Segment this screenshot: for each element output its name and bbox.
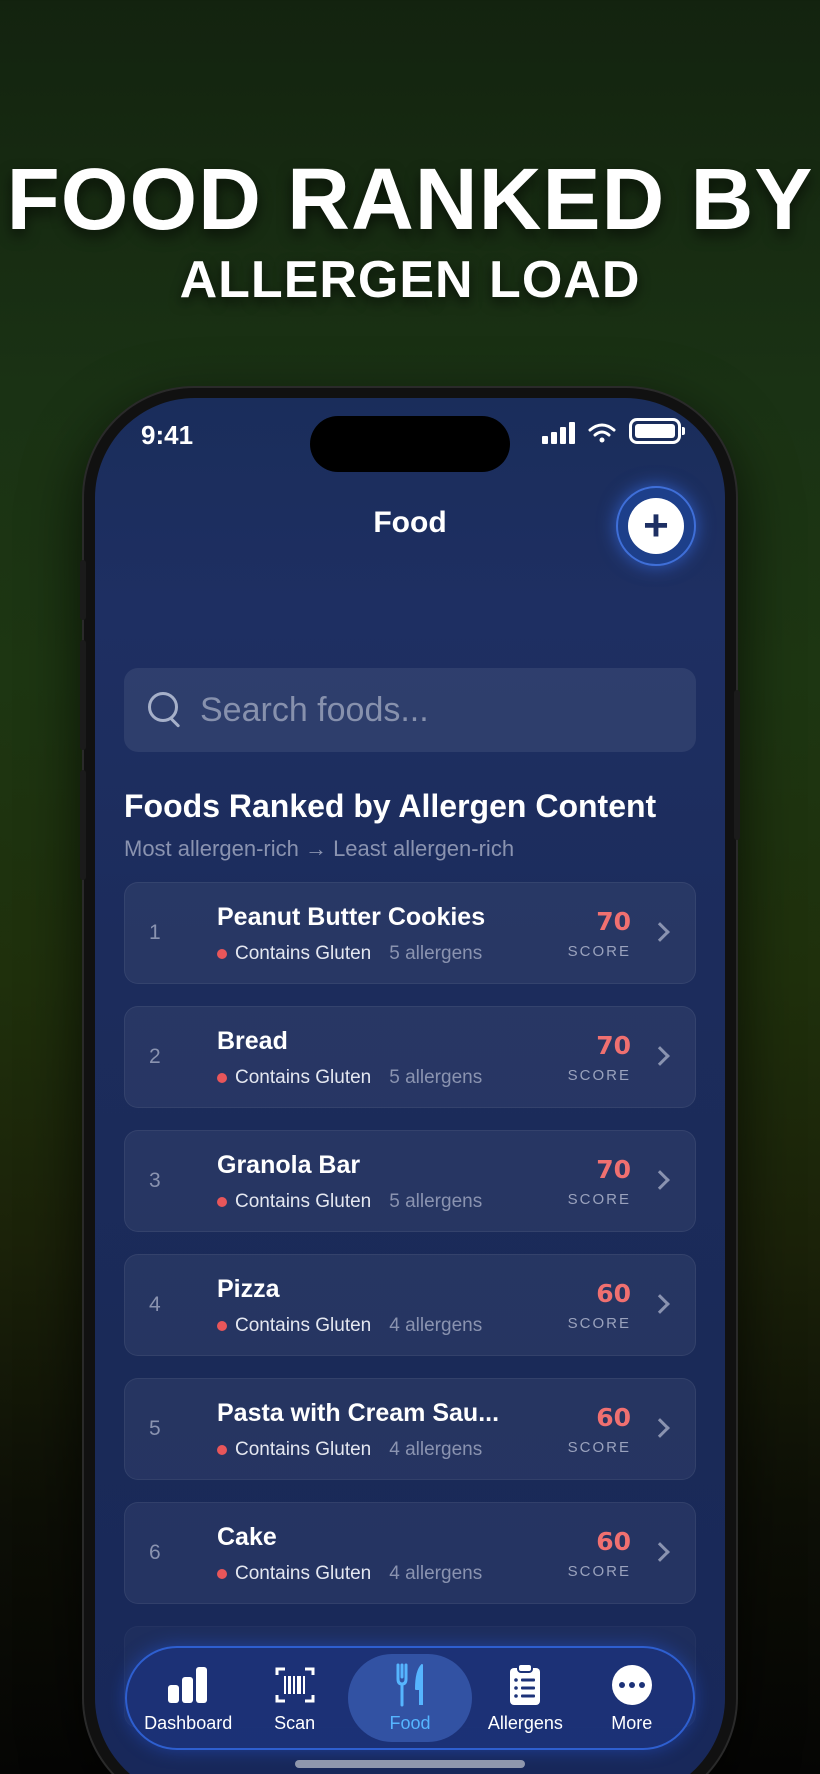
food-rank: 6: [149, 1541, 161, 1564]
more-dots-icon: [611, 1664, 652, 1705]
search-input[interactable]: Search foods...: [124, 668, 696, 752]
chevron-right-icon: [650, 1046, 670, 1066]
tab-more[interactable]: More: [579, 1654, 685, 1742]
food-meta: Contains Gluten 4 allergens: [217, 1315, 482, 1337]
food-rank: 5: [149, 1417, 161, 1440]
score-value: 60: [596, 1527, 631, 1556]
tab-allergens[interactable]: Allergens: [472, 1654, 578, 1742]
phone-side-button: [80, 560, 86, 620]
food-name: Bread: [217, 1027, 288, 1055]
allergen-count: 5 allergens: [389, 1067, 483, 1088]
gluten-dot-icon: [217, 1445, 227, 1455]
allergen-count: 4 allergens: [389, 1563, 483, 1584]
fork-knife-icon: [396, 1663, 423, 1706]
allergen-count: 5 allergens: [389, 943, 483, 964]
gluten-dot-icon: [217, 1321, 227, 1331]
food-rank: 2: [149, 1045, 161, 1068]
status-icons: [542, 418, 685, 444]
food-meta: Contains Gluten 5 allergens: [217, 1191, 482, 1213]
score-value: 60: [596, 1279, 631, 1308]
allergen-tag: Contains Gluten: [235, 1439, 372, 1460]
food-name: Peanut Butter Cookies: [217, 903, 486, 931]
chevron-right-icon: [650, 1418, 670, 1438]
tab-label: Allergens: [487, 1712, 563, 1733]
allergen-count: 4 allergens: [389, 1315, 483, 1336]
chevron-right-icon: [650, 1170, 670, 1190]
bar-chart-icon: [168, 1666, 208, 1703]
food-row[interactable]: 1 Peanut Butter Cookies Contains Gluten …: [124, 882, 696, 984]
tab-food[interactable]: Food: [347, 1654, 472, 1742]
phone-side-button: [734, 690, 740, 840]
battery-icon: [629, 418, 685, 444]
gluten-dot-icon: [217, 949, 227, 959]
score-value: 70: [596, 1155, 631, 1184]
food-row[interactable]: 2 Bread Contains Gluten 5 allergens 70 S…: [124, 1006, 696, 1108]
tab-label: More: [611, 1712, 653, 1733]
allergen-tag: Contains Gluten: [235, 1191, 372, 1212]
food-name: Granola Bar: [217, 1151, 361, 1179]
allergen-tag: Contains Gluten: [235, 943, 372, 964]
food-row[interactable]: 3 Granola Bar Contains Gluten 5 allergen…: [124, 1130, 696, 1232]
food-row[interactable]: 4 Pizza Contains Gluten 4 allergens 60 S…: [124, 1254, 696, 1356]
food-row[interactable]: 6 Cake Contains Gluten 4 allergens 60 SC…: [124, 1502, 696, 1604]
section-subtitle: Most allergen-rich → Least allergen-rich: [124, 836, 515, 861]
cellular-signal-icon: [542, 422, 575, 444]
dynamic-island: [310, 416, 510, 472]
gluten-dot-icon: [217, 1073, 227, 1083]
phone-side-button: [80, 640, 86, 750]
phone-side-button: [80, 770, 86, 880]
food-meta: Contains Gluten 4 allergens: [217, 1563, 482, 1585]
gluten-dot-icon: [217, 1569, 227, 1579]
headline: FOOD RANKED BY: [6, 151, 814, 248]
tab-scan[interactable]: Scan: [242, 1654, 348, 1742]
section-title: Foods Ranked by Allergen Content: [124, 788, 657, 824]
food-name: Cake: [217, 1523, 277, 1551]
search-placeholder: Search foods...: [200, 690, 429, 729]
barcode-scan-icon: [275, 1667, 315, 1702]
food-name: Pizza: [217, 1275, 280, 1303]
food-meta: Contains Gluten 5 allergens: [217, 1067, 482, 1089]
tab-label: Scan: [274, 1712, 316, 1733]
tab-label: Food: [389, 1712, 431, 1733]
add-food-button[interactable]: +: [616, 486, 696, 566]
food-rank: 4: [149, 1293, 161, 1316]
score-value: 70: [596, 1031, 631, 1060]
score-value: 70: [596, 907, 631, 936]
allergen-tag: Contains Gluten: [235, 1067, 372, 1088]
chevron-right-icon: [650, 922, 670, 942]
tab-bar: Dashboard Scan Food Allergens More: [125, 1646, 695, 1750]
phone-screen: 9:41 Food + Search foods... Foods Ranked…: [95, 398, 725, 1774]
clipboard-list-icon: [510, 1662, 541, 1705]
plus-icon: +: [628, 498, 684, 554]
allergen-tag: Contains Gluten: [235, 1315, 372, 1336]
score-value: 60: [596, 1403, 631, 1432]
score-label: SCORE: [567, 1439, 631, 1456]
food-list: 1 Peanut Butter Cookies Contains Gluten …: [124, 882, 696, 1750]
food-meta: Contains Gluten 4 allergens: [217, 1439, 482, 1461]
food-rank: 3: [149, 1169, 161, 1192]
subheadline: ALLERGEN LOAD: [179, 251, 641, 309]
score-label: SCORE: [567, 1315, 631, 1332]
gluten-dot-icon: [217, 1197, 227, 1207]
score-label: SCORE: [567, 1563, 631, 1580]
allergen-count: 4 allergens: [389, 1439, 483, 1460]
wifi-icon: [588, 423, 616, 443]
tab-dashboard[interactable]: Dashboard: [135, 1654, 241, 1742]
food-rank: 1: [149, 921, 161, 944]
allergen-count: 5 allergens: [389, 1191, 483, 1212]
score-label: SCORE: [567, 943, 631, 960]
food-meta: Contains Gluten 5 allergens: [217, 943, 482, 965]
score-label: SCORE: [567, 1191, 631, 1208]
chevron-right-icon: [650, 1294, 670, 1314]
chevron-right-icon: [650, 1542, 670, 1562]
allergen-tag: Contains Gluten: [235, 1563, 372, 1584]
food-name: Pasta with Cream Sau...: [217, 1399, 500, 1427]
food-row[interactable]: 5 Pasta with Cream Sau... Contains Glute…: [124, 1378, 696, 1480]
home-indicator: [295, 1760, 525, 1768]
search-icon: [146, 690, 186, 730]
status-time: 9:41: [141, 420, 194, 450]
tab-label: Dashboard: [144, 1712, 233, 1733]
score-label: SCORE: [567, 1067, 631, 1084]
